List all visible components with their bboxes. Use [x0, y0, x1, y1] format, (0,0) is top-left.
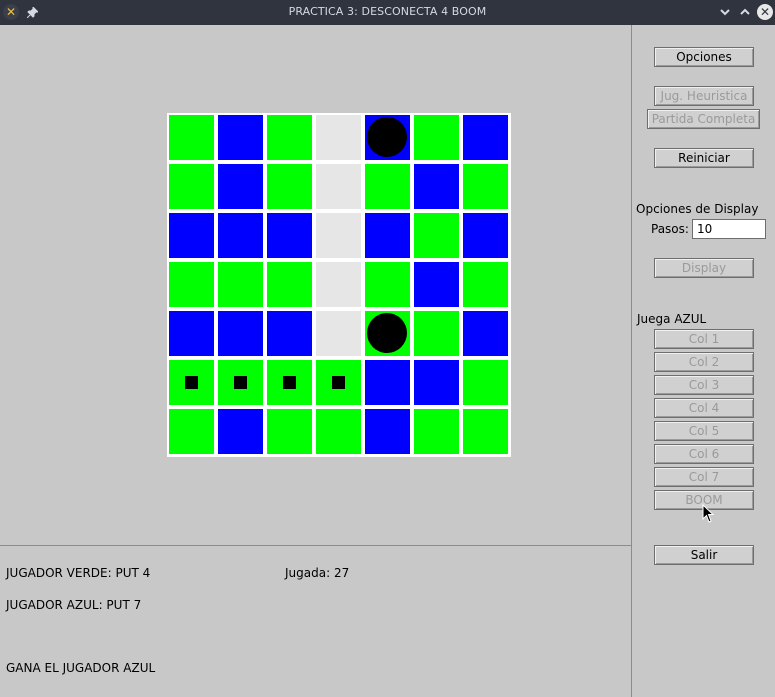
opciones-button[interactable]: Opciones — [654, 47, 754, 67]
col-3-button[interactable]: Col 3 — [654, 375, 754, 395]
board-cell — [218, 360, 263, 405]
board-cell — [365, 409, 410, 454]
board-cell — [267, 409, 312, 454]
board-cell — [463, 409, 508, 454]
minimize-icon[interactable] — [717, 4, 733, 20]
col-6-button[interactable]: Col 6 — [654, 444, 754, 464]
board-cell — [267, 213, 312, 258]
boom-piece — [367, 117, 407, 157]
board-cell — [169, 311, 214, 356]
board-cell — [169, 164, 214, 209]
display-options-label: Opciones de Display — [636, 202, 759, 216]
game-window: ✕ PRACTICA 3: DESCONECTA 4 BOOM ✕ Opcion… — [0, 0, 775, 697]
board-cell — [267, 164, 312, 209]
board-cell — [414, 213, 459, 258]
mouse-cursor-icon — [702, 504, 715, 523]
col-2-button[interactable]: Col 2 — [654, 352, 754, 372]
board-cell — [316, 115, 361, 160]
board-cell — [316, 311, 361, 356]
board-cell — [463, 262, 508, 307]
board-cell — [414, 311, 459, 356]
board-cell — [414, 360, 459, 405]
board-cell — [463, 115, 508, 160]
board-cell — [218, 115, 263, 160]
board-cell — [463, 311, 508, 356]
game-board[interactable] — [167, 113, 511, 457]
window-title: PRACTICA 3: DESCONECTA 4 BOOM — [288, 5, 487, 18]
board-cell — [218, 164, 263, 209]
board-cell — [169, 262, 214, 307]
board-cell — [169, 115, 214, 160]
pasos-input[interactable]: 10 — [692, 219, 766, 239]
board-cell — [414, 115, 459, 160]
board-cell — [169, 409, 214, 454]
board-cell — [169, 360, 214, 405]
board-cell — [365, 311, 410, 356]
col-5-button[interactable]: Col 5 — [654, 421, 754, 441]
board-cell — [414, 409, 459, 454]
board-cell — [316, 409, 361, 454]
board-cell — [365, 115, 410, 160]
jugador-verde-status: JUGADOR VERDE: PUT 4 — [6, 566, 151, 580]
board-cell — [316, 164, 361, 209]
board-cell — [463, 213, 508, 258]
board-cell — [218, 262, 263, 307]
board-cell — [218, 213, 263, 258]
col-4-button[interactable]: Col 4 — [654, 398, 754, 418]
board-cell — [218, 409, 263, 454]
cell-marker — [332, 376, 345, 389]
pasos-label: Pasos: — [651, 222, 689, 236]
maximize-icon[interactable] — [737, 4, 753, 20]
board-cell — [267, 262, 312, 307]
board-cell — [169, 213, 214, 258]
board-cell — [463, 360, 508, 405]
board-cell — [218, 311, 263, 356]
display-button[interactable]: Display — [654, 258, 754, 278]
board-cell — [316, 213, 361, 258]
cell-marker — [283, 376, 296, 389]
board-cell — [316, 360, 361, 405]
board-cell — [463, 164, 508, 209]
board-cell — [267, 360, 312, 405]
salir-button[interactable]: Salir — [654, 545, 754, 565]
result-message: GANA EL JUGADOR AZUL — [6, 661, 156, 675]
jugador-azul-status: JUGADOR AZUL: PUT 7 — [6, 598, 142, 612]
turn-label: Juega AZUL — [637, 312, 707, 326]
board-cell — [414, 262, 459, 307]
col-7-button[interactable]: Col 7 — [654, 467, 754, 487]
jug-heuristica-button[interactable]: Jug. Heuristica — [654, 86, 754, 106]
board-cell — [267, 311, 312, 356]
partida-completa-button[interactable]: Partida Completa — [647, 109, 760, 129]
board-cell — [365, 164, 410, 209]
board-cell — [365, 360, 410, 405]
title-bar: ✕ PRACTICA 3: DESCONECTA 4 BOOM ✕ — [0, 0, 775, 25]
board-cell — [316, 262, 361, 307]
cell-marker — [185, 376, 198, 389]
jugada-counter: Jugada: 27 — [285, 566, 350, 580]
board-cell — [414, 164, 459, 209]
board-cell — [365, 213, 410, 258]
boom-piece — [367, 313, 407, 353]
col-1-button[interactable]: Col 1 — [654, 329, 754, 349]
close-icon[interactable]: ✕ — [757, 4, 773, 20]
reiniciar-button[interactable]: Reiniciar — [654, 148, 754, 168]
board-cell — [365, 262, 410, 307]
board-cell — [267, 115, 312, 160]
cell-marker — [234, 376, 247, 389]
